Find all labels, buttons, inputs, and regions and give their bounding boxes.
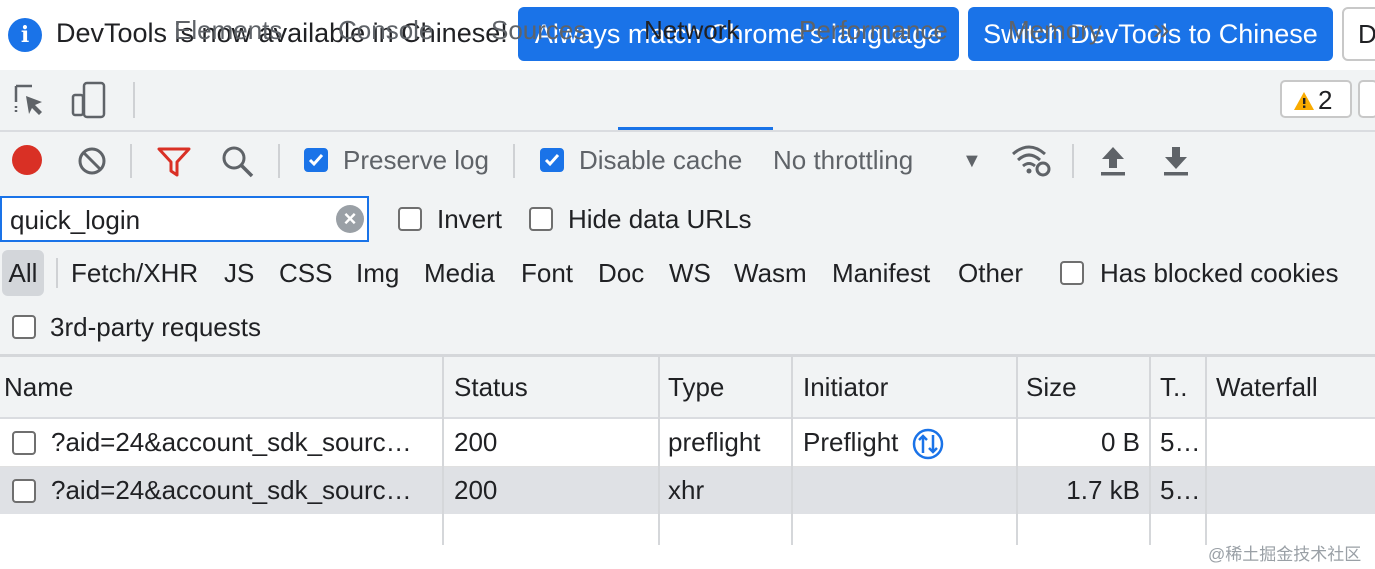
- tab-network[interactable]: Network: [644, 0, 739, 60]
- filter-icon[interactable]: [156, 146, 192, 178]
- toolbar-divider: [130, 144, 132, 178]
- has-blocked-cookies-checkbox[interactable]: [1060, 261, 1084, 285]
- devtools-tab-bar: [0, 70, 1375, 132]
- request-status: 200: [454, 475, 498, 505]
- check-icon: [544, 154, 560, 167]
- toolbar-divider: [513, 144, 515, 178]
- inspect-element-icon[interactable]: [12, 82, 48, 118]
- column-divider[interactable]: [1205, 357, 1207, 545]
- preflight-link-icon[interactable]: [911, 427, 945, 461]
- record-icon[interactable]: [12, 145, 42, 175]
- type-filter-other[interactable]: Other: [958, 250, 1023, 296]
- type-filter-all[interactable]: All: [2, 250, 44, 296]
- invert-label: Invert: [437, 204, 503, 234]
- active-tab-indicator: [618, 127, 773, 130]
- request-size: 0 B: [1100, 427, 1140, 457]
- request-size: 1.7 kB: [1066, 475, 1140, 505]
- preserve-log-label: Preserve log: [343, 145, 489, 175]
- type-divider: [56, 258, 58, 288]
- column-divider[interactable]: [658, 357, 660, 545]
- tab-divider: [133, 82, 135, 118]
- type-filter-media[interactable]: Media: [424, 250, 495, 296]
- clear-filter-icon[interactable]: ×: [336, 205, 364, 233]
- tab-performance[interactable]: Performance: [799, 0, 948, 60]
- info-icon: i: [8, 18, 42, 52]
- column-divider[interactable]: [1149, 357, 1151, 545]
- type-filter-fetch-xhr[interactable]: Fetch/XHR: [71, 250, 198, 296]
- column-divider[interactable]: [1016, 357, 1018, 545]
- tab-sources[interactable]: Sources: [491, 0, 586, 60]
- settings-button[interactable]: [1358, 80, 1375, 118]
- dont-show-again-button[interactable]: Don't show again: [1342, 7, 1375, 61]
- request-status: 200: [454, 427, 498, 457]
- column-header-size[interactable]: Size: [1026, 357, 1146, 417]
- row-select-checkbox[interactable]: [12, 479, 36, 503]
- throttling-select[interactable]: No throttling: [773, 145, 913, 176]
- third-party-requests-checkbox[interactable]: [12, 315, 36, 339]
- type-filter-js[interactable]: JS: [224, 250, 254, 296]
- column-header-time[interactable]: T..: [1160, 357, 1206, 417]
- device-toolbar-icon[interactable]: [70, 80, 108, 120]
- check-icon: [308, 154, 324, 167]
- column-header-waterfall[interactable]: Waterfall: [1216, 357, 1371, 417]
- row-select-checkbox[interactable]: [12, 431, 36, 455]
- clear-log-icon[interactable]: [76, 145, 108, 177]
- type-filter-wasm[interactable]: Wasm: [734, 250, 807, 296]
- toolbar-divider: [278, 144, 280, 178]
- watermark: @稀土掘金技术社区: [1208, 545, 1362, 564]
- invert-checkbox[interactable]: [398, 207, 422, 231]
- hide-data-urls-checkbox[interactable]: [529, 207, 553, 231]
- column-divider[interactable]: [442, 357, 444, 545]
- type-filter-img[interactable]: Img: [356, 250, 399, 296]
- column-divider[interactable]: [791, 357, 793, 545]
- warnings-count: 2: [1318, 85, 1333, 115]
- warning-icon: [1294, 92, 1314, 110]
- type-filter-doc[interactable]: Doc: [598, 250, 644, 296]
- tab-console[interactable]: Console: [338, 0, 433, 60]
- type-filter-css[interactable]: CSS: [279, 250, 332, 296]
- request-initiator[interactable]: Preflight: [803, 419, 913, 466]
- type-filter-font[interactable]: Font: [521, 250, 573, 296]
- third-party-requests-label: 3rd-party requests: [50, 312, 261, 342]
- request-type: xhr: [668, 475, 705, 505]
- warnings-badge[interactable]: 2: [1280, 80, 1352, 118]
- tab-elements[interactable]: Elements: [174, 0, 282, 60]
- column-header-status[interactable]: Status: [454, 357, 654, 417]
- request-name[interactable]: ?aid=24&account_sdk_sourc…: [51, 467, 436, 514]
- disable-cache-label: Disable cache: [579, 145, 743, 175]
- disable-cache-checkbox[interactable]: [540, 148, 564, 172]
- request-time: 5…: [1160, 475, 1201, 505]
- request-initiator: [803, 467, 1003, 514]
- search-icon[interactable]: [220, 144, 256, 180]
- preserve-log-checkbox[interactable]: [304, 148, 328, 172]
- chevron-down-icon[interactable]: ▼: [962, 150, 982, 173]
- type-filter-ws[interactable]: WS: [669, 250, 711, 296]
- network-conditions-icon[interactable]: [1010, 142, 1052, 178]
- toolbar-divider: [1072, 144, 1074, 178]
- more-tabs-icon[interactable]: »: [1153, 0, 1170, 60]
- column-header-type[interactable]: Type: [668, 357, 788, 417]
- tab-memory[interactable]: Memory: [1008, 0, 1102, 60]
- request-type: preflight: [668, 427, 761, 457]
- import-har-icon[interactable]: [1098, 144, 1128, 178]
- hide-data-urls-label: Hide data URLs: [568, 204, 752, 234]
- column-header-initiator[interactable]: Initiator: [803, 357, 1013, 417]
- type-filter-manifest[interactable]: Manifest: [832, 250, 930, 296]
- filter-input[interactable]: quick_login: [0, 196, 369, 242]
- column-header-name[interactable]: Name: [4, 357, 434, 417]
- export-har-icon[interactable]: [1161, 144, 1191, 178]
- has-blocked-cookies-label: Has blocked cookies: [1100, 258, 1339, 288]
- request-name[interactable]: ?aid=24&account_sdk_sourc…: [51, 419, 436, 466]
- request-time: 5…: [1160, 427, 1201, 457]
